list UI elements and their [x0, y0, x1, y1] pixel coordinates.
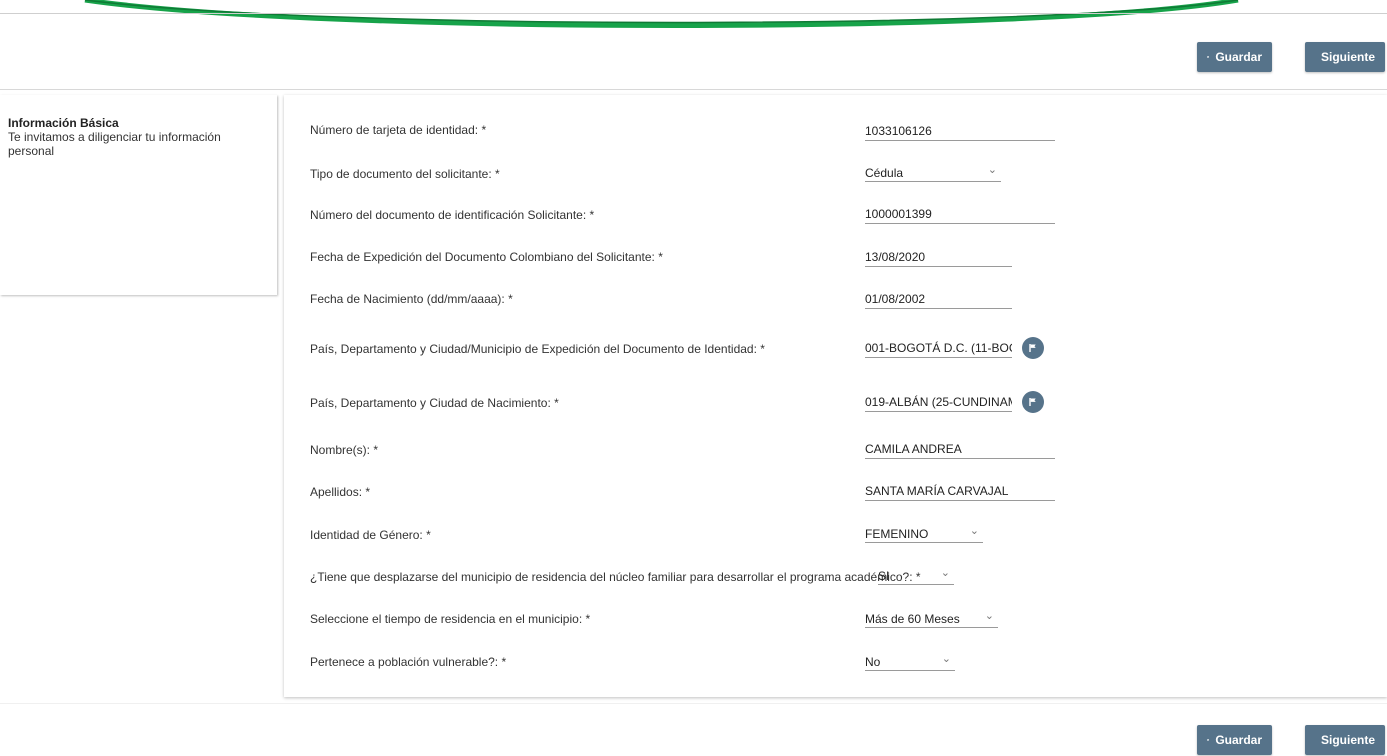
tiempo-residencia-value: Más de 60 Meses — [865, 611, 960, 626]
lugar-expedicion-flag-button[interactable] — [1022, 337, 1044, 359]
identidad-genero-value: FEMENINO — [865, 526, 929, 541]
section-subtitle: Te invitamos a diligenciar tu informació… — [8, 130, 221, 158]
header-swoosh — [84, 0, 1239, 28]
label-tiempo-residencia: Seleccione el tiempo de residencia en el… — [310, 612, 591, 626]
lugar-nacimiento-flag-button[interactable] — [1022, 391, 1044, 413]
desplazamiento-value: SI — [878, 568, 890, 583]
lugar-expedicion-input[interactable]: 001-BOGOTÁ D.C. (11-BOGOTÁ — [865, 340, 1012, 358]
lugar-nacimiento-input[interactable]: 019-ALBÁN (25-CUNDINAMARCA — [865, 394, 1012, 412]
apellidos-input[interactable]: SANTA MARÍA CARVAJAL — [865, 483, 1055, 501]
chevron-down-icon: ⌄ — [940, 567, 950, 579]
chevron-down-icon: ⌄ — [984, 610, 994, 622]
tipo-documento-value: Cédula — [865, 165, 904, 180]
chevron-down-icon: ⌄ — [987, 164, 997, 176]
label-identidad-genero: Identidad de Género: * — [310, 528, 431, 542]
numero-documento-input[interactable]: 1000001399 — [865, 206, 1055, 224]
next-button-label: Siguiente — [1321, 50, 1376, 64]
tipo-documento-select[interactable]: Cédula ⌄ — [865, 164, 1001, 182]
label-nombres: Nombre(s): * — [310, 443, 379, 457]
section-info-card: Información Básica Te invitamos a dilige… — [0, 95, 277, 295]
label-apellidos: Apellidos: * — [310, 485, 371, 499]
floppy-icon — [1207, 739, 1210, 741]
footer-divider — [0, 703, 1387, 704]
fecha-expedicion-input[interactable]: 13/08/2020 — [865, 249, 1012, 267]
flag-icon — [1029, 344, 1036, 352]
label-fecha-nacimiento: Fecha de Nacimiento (dd/mm/aaaa): * — [310, 292, 513, 306]
toolbar-divider — [0, 89, 1387, 90]
label-lugar-nacimiento: País, Departamento y Ciudad de Nacimient… — [310, 396, 559, 410]
top-divider — [0, 13, 1387, 14]
tiempo-residencia-select[interactable]: Más de 60 Meses ⌄ — [865, 610, 998, 628]
poblacion-vulnerable-select[interactable]: No ⌄ — [865, 653, 955, 671]
poblacion-vulnerable-value: No — [865, 654, 881, 669]
next-button-top[interactable]: Siguiente — [1305, 42, 1385, 72]
label-poblacion-vulnerable: Pertenece a población vulnerable?: * — [310, 655, 507, 669]
label-desplazamiento: ¿Tiene que desplazarse del municipio de … — [310, 570, 921, 584]
label-tipo-documento: Tipo de documento del solicitante: * — [310, 167, 500, 181]
form-card: Número de tarjeta de identidad: * 103310… — [284, 95, 1387, 697]
label-lugar-expedicion: País, Departamento y Ciudad/Municipio de… — [310, 342, 765, 356]
desplazamiento-select[interactable]: SI ⌄ — [878, 567, 954, 585]
label-tarjeta-identidad: Número de tarjeta de identidad: * — [310, 123, 487, 137]
label-fecha-expedicion: Fecha de Expedición del Documento Colomb… — [310, 250, 663, 264]
save-button-bottom[interactable]: Guardar — [1197, 725, 1272, 755]
label-numero-documento: Número del documento de identificación S… — [310, 208, 595, 222]
next-button-label: Siguiente — [1321, 733, 1376, 747]
next-button-bottom[interactable]: Siguiente — [1305, 725, 1385, 755]
flag-icon — [1029, 398, 1036, 406]
fecha-nacimiento-input[interactable]: 01/08/2002 — [865, 291, 1012, 309]
chevron-down-icon: ⌄ — [969, 525, 979, 537]
nombres-input[interactable]: CAMILA ANDREA — [865, 441, 1055, 459]
floppy-icon — [1207, 56, 1210, 58]
chevron-down-icon: ⌄ — [941, 653, 951, 665]
tarjeta-identidad-input[interactable]: 1033106126 — [865, 123, 1055, 141]
identidad-genero-select[interactable]: FEMENINO ⌄ — [865, 525, 983, 543]
section-title: Información Básica — [8, 116, 119, 130]
save-button-label: Guardar — [1215, 50, 1262, 64]
save-button-label: Guardar — [1215, 733, 1262, 747]
save-button-top[interactable]: Guardar — [1197, 42, 1272, 72]
